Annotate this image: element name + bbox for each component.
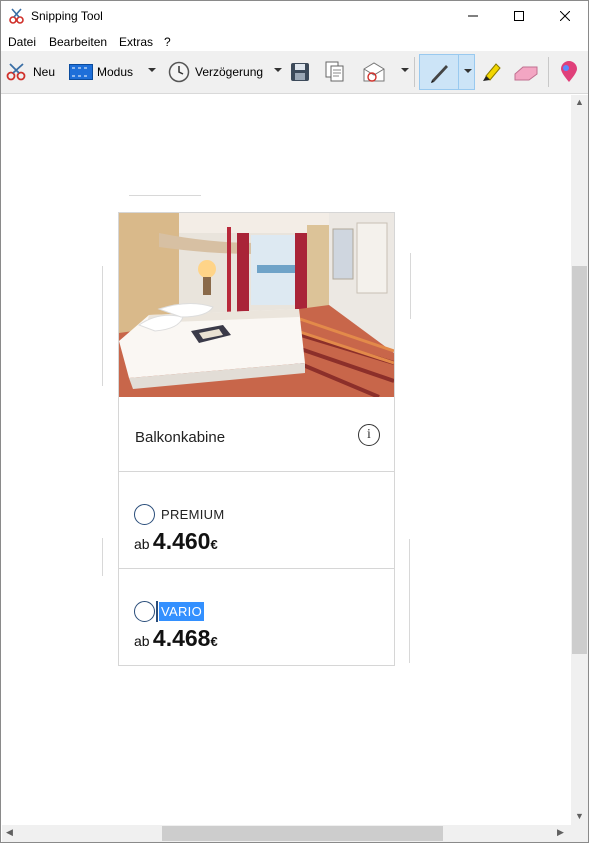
- mode-icon: [69, 60, 93, 84]
- delay-button[interactable]: Verzögerung: [167, 56, 263, 88]
- menu-bar: Datei Bearbeiten Extras ?: [1, 32, 588, 51]
- maximize-icon: [514, 11, 524, 21]
- pen-button[interactable]: [419, 54, 475, 90]
- captured-fragment-right-2: [409, 539, 410, 663]
- premium-label: PREMIUM: [161, 507, 225, 522]
- save-icon: [291, 63, 309, 81]
- horizontal-scroll-thumb[interactable]: [162, 826, 443, 841]
- new-button[interactable]: Neu: [5, 56, 55, 88]
- captured-fragment-line: [129, 195, 201, 196]
- vertical-scrollbar[interactable]: ▲ ▼: [571, 95, 588, 825]
- cabin-card: Balkonkabine i PREMIUM ab 4.460€ VARIO a…: [118, 212, 395, 666]
- scroll-right-icon[interactable]: ▶: [557, 827, 564, 838]
- divider-2: [119, 568, 394, 569]
- pen-dropdown-arrow-icon[interactable]: [464, 69, 472, 73]
- window-title: Snipping Tool: [31, 9, 103, 23]
- toolbar-separator: [414, 57, 415, 87]
- title-bar: Snipping Tool: [1, 1, 588, 31]
- highlighter-icon: [483, 63, 501, 81]
- copy-button[interactable]: [325, 56, 345, 88]
- close-button[interactable]: [542, 1, 588, 31]
- new-label: Neu: [33, 65, 56, 79]
- scroll-up-icon[interactable]: ▲: [575, 97, 584, 107]
- divider: [119, 471, 394, 472]
- copy-icon: [325, 61, 344, 82]
- scroll-left-icon[interactable]: ◀: [6, 827, 13, 838]
- send-dropdown-arrow-icon[interactable]: [401, 68, 409, 72]
- cabin-photo-illustration: [119, 213, 394, 397]
- eraser-icon: [514, 66, 538, 81]
- highlighter-button[interactable]: [480, 56, 504, 88]
- premium-price-prefix: ab: [134, 536, 150, 552]
- mode-button[interactable]: Modus: [69, 56, 133, 88]
- clock-icon: [167, 60, 191, 84]
- save-button[interactable]: [290, 56, 310, 88]
- minimize-icon: [468, 15, 478, 17]
- snipping-tool-window: Snipping Tool Datei Bearbeiten Extras ? …: [0, 0, 589, 843]
- pen-split: [458, 54, 459, 90]
- captured-fragment-left-2: [102, 538, 103, 576]
- scroll-down-icon[interactable]: ▼: [575, 811, 584, 821]
- toolbar-separator-2: [548, 57, 549, 87]
- send-button[interactable]: [362, 56, 386, 88]
- vario-price-amount: 4.468: [152, 625, 211, 651]
- menu-extras[interactable]: Extras: [119, 35, 153, 49]
- pen-icon: [431, 65, 448, 83]
- scrollbar-corner: [571, 825, 588, 842]
- delay-label: Verzögerung: [195, 65, 264, 79]
- menu-help[interactable]: ?: [164, 35, 171, 49]
- mode-dropdown-arrow-icon[interactable]: [148, 68, 156, 72]
- captured-fragment-left: [102, 266, 103, 386]
- info-icon[interactable]: i: [358, 424, 380, 446]
- premium-radio[interactable]: [134, 504, 155, 525]
- premium-price: ab 4.460€: [134, 528, 218, 555]
- menu-datei[interactable]: Datei: [8, 35, 36, 49]
- premium-price-amount: 4.460: [152, 528, 211, 554]
- horizontal-scrollbar[interactable]: ◀ ▶: [2, 825, 571, 842]
- paint3d-button[interactable]: [559, 56, 579, 88]
- eraser-button[interactable]: [513, 56, 539, 88]
- close-icon: [560, 11, 570, 21]
- vario-label: VARIO: [159, 602, 204, 621]
- cabin-photo: [119, 213, 394, 397]
- vario-price-prefix: ab: [134, 633, 150, 649]
- toolbar: Neu Modus Verzögerung: [1, 51, 588, 94]
- captured-fragment-right: [410, 253, 411, 319]
- mode-label: Modus: [97, 65, 134, 79]
- menu-bearbeiten[interactable]: Bearbeiten: [49, 35, 107, 49]
- paint3d-icon: [561, 61, 577, 82]
- minimize-button[interactable]: [450, 1, 496, 31]
- new-snip-icon: [5, 60, 29, 84]
- vario-price: ab 4.468€: [134, 625, 218, 652]
- scissors-app-icon: [9, 8, 24, 24]
- cabin-name: Balkonkabine: [135, 429, 226, 446]
- text-cursor: [156, 601, 158, 622]
- vario-price-currency: €: [210, 634, 218, 649]
- snip-canvas: Balkonkabine i PREMIUM ab 4.460€ VARIO a…: [2, 95, 571, 825]
- delay-dropdown-arrow-icon[interactable]: [274, 68, 282, 72]
- maximize-button[interactable]: [496, 1, 542, 31]
- vario-radio[interactable]: [134, 601, 155, 622]
- send-email-icon: [363, 62, 385, 82]
- vertical-scroll-thumb[interactable]: [572, 266, 587, 654]
- premium-price-currency: €: [210, 537, 218, 552]
